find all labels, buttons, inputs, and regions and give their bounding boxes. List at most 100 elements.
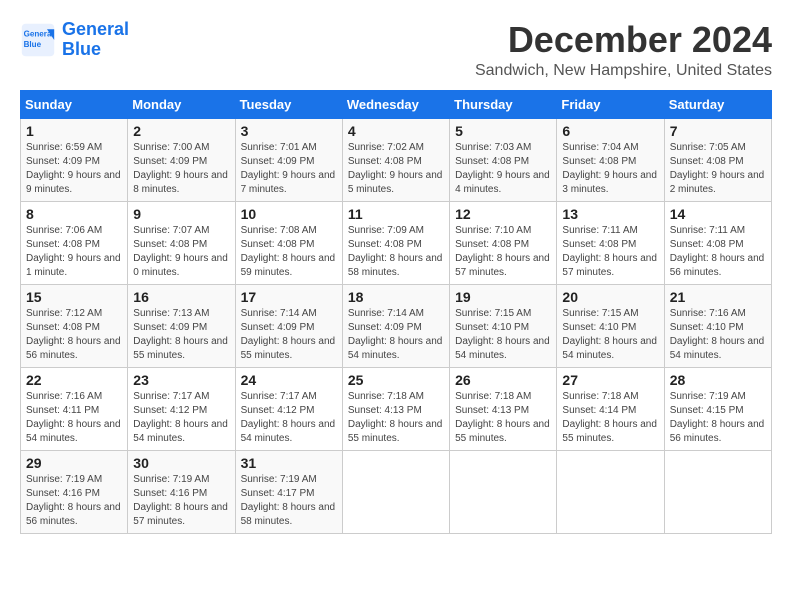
calendar-cell: 21 Sunrise: 7:16 AMSunset: 4:10 PMDayligh…	[664, 284, 771, 367]
day-number: 31	[241, 455, 337, 471]
calendar-week-row: 29 Sunrise: 7:19 AMSunset: 4:16 PMDayligh…	[21, 450, 772, 533]
calendar-cell: 16 Sunrise: 7:13 AMSunset: 4:09 PMDayligh…	[128, 284, 235, 367]
calendar-cell: 6Sunrise: 7:04 AMSunset: 4:08 PMDaylight…	[557, 118, 664, 201]
day-info: Sunrise: 7:14 AMSunset: 4:09 PMDaylight:…	[241, 307, 337, 363]
calendar-cell: 13 Sunrise: 7:11 AMSunset: 4:08 PMDayligh…	[557, 201, 664, 284]
weekday-header-row: SundayMondayTuesdayWednesdayThursdayFrid…	[21, 90, 772, 118]
calendar-table: SundayMondayTuesdayWednesdayThursdayFrid…	[20, 90, 772, 534]
weekday-header-monday: Monday	[128, 90, 235, 118]
day-info: Sunrise: 7:13 AMSunset: 4:09 PMDaylight:…	[133, 307, 229, 363]
day-number: 10	[241, 206, 337, 222]
day-number: 11	[348, 206, 444, 222]
day-info: Sunrise: 7:19 AMSunset: 4:15 PMDaylight:…	[670, 390, 766, 446]
day-number: 15	[26, 289, 122, 305]
day-info: Sunrise: 7:03 AMSunset: 4:08 PMDaylight:…	[455, 141, 551, 197]
calendar-cell: 14Sunrise: 7:11 AMSunset: 4:08 PMDayligh…	[664, 201, 771, 284]
day-info: Sunrise: 7:16 AMSunset: 4:10 PMDaylight:…	[670, 307, 766, 363]
day-info: Sunrise: 7:06 AMSunset: 4:08 PMDaylight:…	[26, 224, 122, 280]
calendar-cell: 29 Sunrise: 7:19 AMSunset: 4:16 PMDayligh…	[21, 450, 128, 533]
logo: General Blue GeneralBlue	[20, 20, 129, 60]
calendar-cell: 12 Sunrise: 7:10 AMSunset: 4:08 PMDayligh…	[450, 201, 557, 284]
day-info: Sunrise: 7:19 AMSunset: 4:16 PMDaylight:…	[133, 473, 229, 529]
calendar-cell: 3Sunrise: 7:01 AMSunset: 4:09 PMDaylight…	[235, 118, 342, 201]
day-info: Sunrise: 7:15 AMSunset: 4:10 PMDaylight:…	[455, 307, 551, 363]
day-number: 21	[670, 289, 766, 305]
calendar-cell: 1 Sunrise: 6:59 AMSunset: 4:09 PMDaylight…	[21, 118, 128, 201]
weekday-header-tuesday: Tuesday	[235, 90, 342, 118]
day-number: 22	[26, 372, 122, 388]
day-info: Sunrise: 7:07 AMSunset: 4:08 PMDaylight:…	[133, 224, 229, 280]
day-number: 18	[348, 289, 444, 305]
day-info: Sunrise: 7:16 AMSunset: 4:11 PMDaylight:…	[26, 390, 122, 446]
calendar-cell: 10 Sunrise: 7:08 AMSunset: 4:08 PMDayligh…	[235, 201, 342, 284]
calendar-cell: 17 Sunrise: 7:14 AMSunset: 4:09 PMDayligh…	[235, 284, 342, 367]
day-number: 12	[455, 206, 551, 222]
calendar-cell: 18 Sunrise: 7:14 AMSunset: 4:09 PMDayligh…	[342, 284, 449, 367]
calendar-cell: 2 Sunrise: 7:00 AMSunset: 4:09 PMDaylight…	[128, 118, 235, 201]
weekday-header-saturday: Saturday	[664, 90, 771, 118]
day-number: 9	[133, 206, 229, 222]
day-number: 19	[455, 289, 551, 305]
calendar-cell: 15 Sunrise: 7:12 AMSunset: 4:08 PMDayligh…	[21, 284, 128, 367]
calendar-header: SundayMondayTuesdayWednesdayThursdayFrid…	[21, 90, 772, 118]
calendar-cell: 26 Sunrise: 7:18 AMSunset: 4:13 PMDayligh…	[450, 367, 557, 450]
day-info: Sunrise: 7:08 AMSunset: 4:08 PMDaylight:…	[241, 224, 337, 280]
day-info: Sunrise: 7:04 AMSunset: 4:08 PMDaylight:…	[562, 141, 658, 197]
day-number: 1	[26, 123, 122, 139]
day-info: Sunrise: 7:18 AMSunset: 4:14 PMDaylight:…	[562, 390, 658, 446]
day-info: Sunrise: 6:59 AMSunset: 4:09 PMDaylight:…	[26, 141, 122, 197]
calendar-cell: 22 Sunrise: 7:16 AMSunset: 4:11 PMDayligh…	[21, 367, 128, 450]
weekday-header-wednesday: Wednesday	[342, 90, 449, 118]
calendar-cell	[664, 450, 771, 533]
calendar-cell	[342, 450, 449, 533]
day-number: 25	[348, 372, 444, 388]
day-info: Sunrise: 7:15 AMSunset: 4:10 PMDaylight:…	[562, 307, 658, 363]
day-number: 3	[241, 123, 337, 139]
calendar-cell: 30Sunrise: 7:19 AMSunset: 4:16 PMDayligh…	[128, 450, 235, 533]
calendar-cell: 5Sunrise: 7:03 AMSunset: 4:08 PMDaylight…	[450, 118, 557, 201]
day-number: 27	[562, 372, 658, 388]
day-info: Sunrise: 7:10 AMSunset: 4:08 PMDaylight:…	[455, 224, 551, 280]
day-number: 26	[455, 372, 551, 388]
day-number: 14	[670, 206, 766, 222]
calendar-cell: 9 Sunrise: 7:07 AMSunset: 4:08 PMDaylight…	[128, 201, 235, 284]
calendar-week-row: 15 Sunrise: 7:12 AMSunset: 4:08 PMDayligh…	[21, 284, 772, 367]
day-number: 4	[348, 123, 444, 139]
day-info: Sunrise: 7:14 AMSunset: 4:09 PMDaylight:…	[348, 307, 444, 363]
calendar-cell: 8Sunrise: 7:06 AMSunset: 4:08 PMDaylight…	[21, 201, 128, 284]
location-subtitle: Sandwich, New Hampshire, United States	[475, 62, 772, 80]
calendar-body: 1 Sunrise: 6:59 AMSunset: 4:09 PMDaylight…	[21, 118, 772, 533]
day-info: Sunrise: 7:19 AMSunset: 4:16 PMDaylight:…	[26, 473, 122, 529]
calendar-cell: 7 Sunrise: 7:05 AMSunset: 4:08 PMDaylight…	[664, 118, 771, 201]
calendar-week-row: 22 Sunrise: 7:16 AMSunset: 4:11 PMDayligh…	[21, 367, 772, 450]
calendar-cell: 27 Sunrise: 7:18 AMSunset: 4:14 PMDayligh…	[557, 367, 664, 450]
day-number: 29	[26, 455, 122, 471]
day-number: 2	[133, 123, 229, 139]
weekday-header-sunday: Sunday	[21, 90, 128, 118]
day-info: Sunrise: 7:19 AMSunset: 4:17 PMDaylight:…	[241, 473, 337, 529]
day-info: Sunrise: 7:18 AMSunset: 4:13 PMDaylight:…	[455, 390, 551, 446]
logo-icon: General Blue	[20, 22, 56, 58]
calendar-cell: 11Sunrise: 7:09 AMSunset: 4:08 PMDayligh…	[342, 201, 449, 284]
weekday-header-friday: Friday	[557, 90, 664, 118]
day-info: Sunrise: 7:17 AMSunset: 4:12 PMDaylight:…	[133, 390, 229, 446]
day-number: 20	[562, 289, 658, 305]
calendar-week-row: 1 Sunrise: 6:59 AMSunset: 4:09 PMDaylight…	[21, 118, 772, 201]
day-number: 7	[670, 123, 766, 139]
day-number: 13	[562, 206, 658, 222]
calendar-cell: 31 Sunrise: 7:19 AMSunset: 4:17 PMDayligh…	[235, 450, 342, 533]
logo-wordmark: GeneralBlue	[62, 20, 129, 60]
day-number: 23	[133, 372, 229, 388]
calendar-week-row: 8Sunrise: 7:06 AMSunset: 4:08 PMDaylight…	[21, 201, 772, 284]
day-info: Sunrise: 7:00 AMSunset: 4:09 PMDaylight:…	[133, 141, 229, 197]
header: General Blue GeneralBlue December 2024 S…	[20, 20, 772, 80]
day-number: 24	[241, 372, 337, 388]
calendar-cell	[450, 450, 557, 533]
day-info: Sunrise: 7:05 AMSunset: 4:08 PMDaylight:…	[670, 141, 766, 197]
day-number: 16	[133, 289, 229, 305]
day-number: 17	[241, 289, 337, 305]
day-info: Sunrise: 7:12 AMSunset: 4:08 PMDaylight:…	[26, 307, 122, 363]
day-info: Sunrise: 7:18 AMSunset: 4:13 PMDaylight:…	[348, 390, 444, 446]
calendar-cell	[557, 450, 664, 533]
day-info: Sunrise: 7:11 AMSunset: 4:08 PMDaylight:…	[562, 224, 658, 280]
